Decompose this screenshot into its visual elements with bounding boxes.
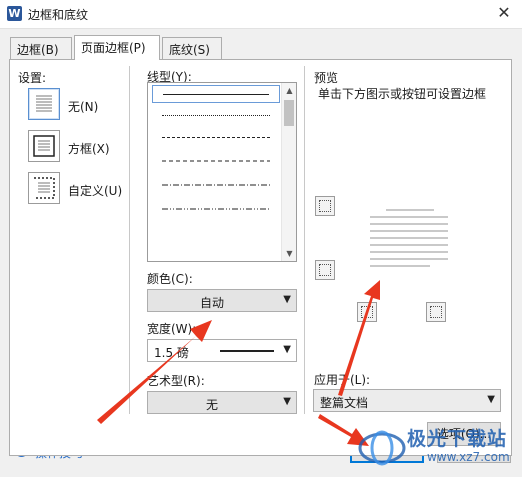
line-style-solid[interactable]: [152, 85, 280, 103]
divider: [304, 66, 305, 414]
preview-hint: 单击下方图示或按钮可设置边框: [318, 87, 487, 101]
line-style-list[interactable]: ▲ ▼: [147, 82, 297, 262]
watermark-url: www.xz7.com: [427, 450, 510, 464]
setting-box-button[interactable]: [28, 130, 60, 162]
right-border-icon: [430, 306, 442, 318]
bottom-border-icon: [319, 264, 331, 276]
width-sample-line: [220, 350, 274, 352]
tab-borders[interactable]: 边框(B): [10, 37, 72, 59]
chevron-down-icon: ▼: [487, 394, 495, 405]
width-label: 宽度(W):: [147, 322, 197, 336]
none-border-icon: [36, 95, 52, 112]
left-border-button[interactable]: [357, 302, 377, 322]
wps-writer-icon: W: [7, 6, 22, 21]
color-value: 自动: [199, 296, 224, 310]
art-dropdown[interactable]: 无 ▼: [147, 391, 297, 414]
width-dropdown[interactable]: 1.5 磅 ▼: [147, 339, 297, 362]
apply-to-dropdown[interactable]: 整篇文档 ▼: [313, 389, 501, 412]
close-icon[interactable]: ✕: [494, 3, 514, 23]
settings-heading: 设置:: [18, 71, 47, 85]
color-dropdown[interactable]: 自动 ▼: [147, 289, 297, 312]
page-border-panel: 设置: 无(N) 方框(X) 自定义(U) 线型(Y): ▲ ▼ 颜色(C): …: [9, 59, 512, 456]
apply-to-value: 整篇文档: [320, 396, 369, 410]
scroll-up-icon[interactable]: ▲: [282, 83, 296, 98]
line-style-dash-dot[interactable]: [152, 177, 280, 195]
top-border-icon: [319, 200, 331, 212]
left-border-icon: [361, 306, 373, 318]
scroll-thumb[interactable]: [284, 100, 294, 126]
chevron-down-icon: ▼: [283, 344, 291, 355]
tab-page-border[interactable]: 页面边框(P): [74, 35, 160, 60]
line-style-dash-dot-dot[interactable]: [152, 201, 280, 219]
line-style-scrollbar[interactable]: ▲ ▼: [281, 83, 296, 261]
watermark-text: 极光下载站: [407, 428, 508, 450]
divider: [129, 66, 130, 414]
top-border-button[interactable]: [315, 196, 335, 216]
art-value: 无: [205, 398, 218, 412]
custom-border-icon: [34, 177, 55, 199]
dialog-title: 边框和底纹: [28, 8, 89, 22]
title-bar: W 边框和底纹 ✕: [0, 0, 522, 28]
tab-shading[interactable]: 底纹(S): [162, 37, 222, 59]
width-value: 1.5 磅: [154, 346, 189, 360]
bottom-border-button[interactable]: [315, 260, 335, 280]
chevron-down-icon: ▼: [283, 294, 291, 305]
box-border-icon: [33, 135, 55, 157]
scroll-down-icon[interactable]: ▼: [282, 246, 296, 261]
setting-box-label: 方框(X): [68, 142, 110, 156]
chevron-down-icon: ▼: [283, 396, 291, 407]
line-style-dashed-small[interactable]: [152, 129, 280, 147]
borders-and-shading-dialog: 边框(B) 页面边框(P) 底纹(S) 设置: 无(N) 方框(X) 自定义(U…: [0, 28, 522, 477]
line-style-dotted[interactable]: [152, 107, 280, 125]
setting-custom-button[interactable]: [28, 172, 60, 204]
art-label: 艺术型(R):: [147, 374, 205, 388]
preview-heading: 预览: [314, 71, 339, 85]
watermark-logo-icon: [358, 430, 406, 466]
setting-none-label: 无(N): [68, 100, 99, 114]
line-style-dashed[interactable]: [152, 153, 280, 171]
apply-to-label: 应用于(L):: [314, 373, 371, 387]
right-border-button[interactable]: [426, 302, 446, 322]
setting-custom-label: 自定义(U): [68, 184, 123, 198]
setting-none-button[interactable]: [28, 88, 60, 120]
color-label: 颜色(C):: [147, 272, 193, 286]
watermark: 极光下载站 www.xz7.com: [355, 420, 520, 475]
